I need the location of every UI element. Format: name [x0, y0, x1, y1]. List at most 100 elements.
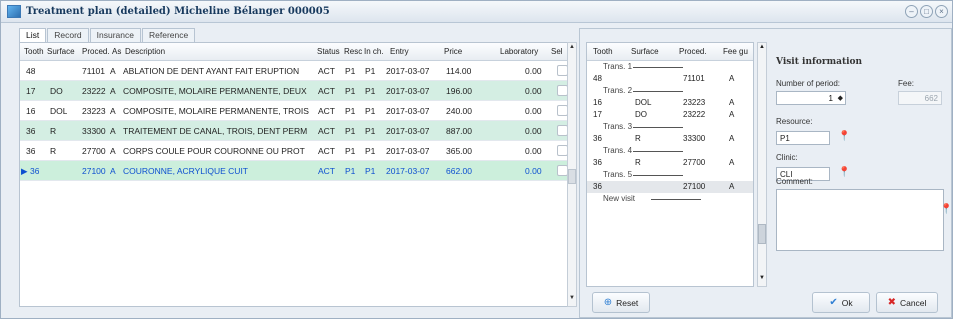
- period-stepper[interactable]: 1 ◆: [776, 91, 846, 105]
- maximize-icon[interactable]: □: [920, 5, 933, 18]
- fee-field: 662: [898, 91, 942, 105]
- cell-price: 887.00: [446, 126, 472, 136]
- cell-resc: P1: [345, 126, 356, 136]
- cell-tooth: 48: [26, 66, 36, 76]
- cancel-button[interactable]: ✖ Cancel: [876, 292, 938, 313]
- grid-header: Tooth Surface Proced. As Description Sta…: [20, 43, 568, 61]
- cell-entry: 2017-03-07: [386, 146, 430, 156]
- tab-list[interactable]: List: [19, 28, 47, 42]
- cell-as: A: [110, 126, 116, 136]
- cell-description: COURONNE, ACRYLIQUE CUIT: [123, 166, 249, 176]
- cell-price: 196.00: [446, 86, 472, 96]
- transaction-group-label: Trans. 2: [603, 86, 633, 95]
- scroll-thumb[interactable]: [568, 169, 576, 184]
- col-description[interactable]: Description: [125, 47, 165, 56]
- cell-description: TRAITEMENT DE CANAL, TROIS, DENT PERM: [123, 126, 308, 136]
- col-tooth[interactable]: Tooth: [593, 47, 613, 56]
- cell-resc: P1: [345, 146, 356, 156]
- tab-reference[interactable]: Reference: [141, 28, 196, 42]
- col-as[interactable]: As: [112, 47, 121, 56]
- scroll-down-icon[interactable]: ▼: [568, 295, 576, 305]
- col-resc[interactable]: Resc: [344, 47, 362, 56]
- check-icon: ✔: [829, 297, 838, 308]
- cell-laboratory: 0.00: [525, 106, 542, 116]
- reset-label: Reset: [616, 297, 639, 308]
- table-row[interactable]: 48 71101 A ABLATION DE DENT AYANT FAIT E…: [20, 61, 568, 81]
- transaction-group: Trans. 3: [587, 121, 753, 133]
- lookup-pin-icon[interactable]: 📍: [940, 204, 952, 215]
- cell-resc: P1: [345, 166, 356, 176]
- transaction-group-label: Trans. 4: [603, 146, 633, 155]
- col-tooth[interactable]: Tooth: [24, 47, 44, 56]
- period-label: Number of period:: [776, 79, 841, 88]
- cell-inch: P1: [365, 106, 376, 116]
- list-item[interactable]: 16 DOL 23223 A: [587, 97, 753, 109]
- tab-insurance[interactable]: Insurance: [89, 28, 141, 42]
- cell-surface: DO: [635, 110, 647, 119]
- title-bar: Treatment plan (detailed) Micheline Béla…: [1, 1, 952, 23]
- tab-record[interactable]: Record: [47, 28, 89, 42]
- fee-value: 662: [924, 94, 938, 103]
- cell-price: 114.00: [446, 66, 472, 76]
- close-icon[interactable]: ×: [935, 5, 948, 18]
- col-status[interactable]: Status: [317, 47, 340, 56]
- table-row[interactable]: 36 R 27700 A CORPS COULE POUR COURONNE O…: [20, 141, 568, 161]
- list-item[interactable]: 48 71101 A: [587, 73, 753, 85]
- cell-status: ACT: [318, 66, 335, 76]
- cell-entry: 2017-03-07: [386, 66, 430, 76]
- stepper-icon[interactable]: ◆: [838, 94, 843, 102]
- table-row[interactable]: 36 R 33300 A TRAITEMENT DE CANAL, TROIS,…: [20, 121, 568, 141]
- cell-proced: 23222: [82, 86, 106, 96]
- cell-as: A: [729, 110, 735, 119]
- cell-proced: 27700: [82, 146, 106, 156]
- cell-tooth: 48: [593, 74, 602, 83]
- cell-proced: 23223: [683, 98, 706, 107]
- transaction-group-label: Trans. 5: [603, 170, 633, 179]
- list-item-selected[interactable]: 36 27100 A: [587, 181, 753, 193]
- grid-scrollbar[interactable]: ▲ ▼: [567, 42, 577, 307]
- col-sel[interactable]: Sel: [551, 47, 563, 56]
- list-item[interactable]: 36 R 27700 A: [587, 157, 753, 169]
- scroll-up-icon[interactable]: ▲: [568, 44, 576, 54]
- resource-value: P1: [780, 134, 790, 143]
- col-fee-guide[interactable]: Fee gu: [723, 47, 748, 56]
- transaction-group-label: Trans. 1: [603, 62, 633, 71]
- reset-button[interactable]: ⊕ Reset: [592, 292, 650, 313]
- window-controls: – □ ×: [905, 5, 948, 18]
- cell-entry: 2017-03-07: [386, 106, 430, 116]
- cell-price: 365.00: [446, 146, 472, 156]
- scroll-up-icon[interactable]: ▲: [758, 44, 766, 54]
- col-price[interactable]: Price: [444, 47, 462, 56]
- transaction-scrollbar[interactable]: ▲ ▼: [757, 42, 767, 287]
- col-proced[interactable]: Proced.: [82, 47, 110, 56]
- scroll-down-icon[interactable]: ▼: [758, 275, 766, 285]
- scroll-thumb[interactable]: [758, 224, 766, 244]
- minimize-icon[interactable]: –: [905, 5, 918, 18]
- cell-resc: P1: [345, 106, 356, 116]
- cell-status: ACT: [318, 106, 335, 116]
- cell-tooth: 36: [30, 166, 40, 176]
- lookup-pin-icon[interactable]: 📍: [838, 167, 850, 178]
- cell-status: ACT: [318, 126, 335, 136]
- table-row[interactable]: 16 DOL 23223 A COMPOSITE, MOLAIRE PERMAN…: [20, 101, 568, 121]
- list-item[interactable]: 36 R 33300 A: [587, 133, 753, 145]
- table-row[interactable]: 17 DO 23222 A COMPOSITE, MOLAIRE PERMANE…: [20, 81, 568, 101]
- comment-textarea[interactable]: [776, 189, 944, 251]
- col-proced[interactable]: Proced.: [679, 47, 707, 56]
- visit-heading: Visit information: [776, 57, 863, 67]
- cell-description: ABLATION DE DENT AYANT FAIT ERUPTION: [123, 66, 300, 76]
- transaction-header: Tooth Surface Proced. Fee gu: [587, 43, 753, 61]
- col-surface[interactable]: Surface: [47, 47, 75, 56]
- list-item[interactable]: 17 DO 23222 A: [587, 109, 753, 121]
- col-surface[interactable]: Surface: [631, 47, 659, 56]
- new-visit-row[interactable]: New visit: [587, 193, 753, 205]
- separator-line: [633, 175, 683, 176]
- ok-button[interactable]: ✔ Ok: [812, 292, 870, 313]
- col-laboratory[interactable]: Laboratory: [500, 47, 538, 56]
- cell-inch: P1: [365, 126, 376, 136]
- table-row-selected[interactable]: ▶ 36 27100 A COURONNE, ACRYLIQUE CUIT AC…: [20, 161, 568, 181]
- resource-field[interactable]: P1: [776, 131, 830, 145]
- col-inch[interactable]: In ch.: [364, 47, 384, 56]
- col-entry[interactable]: Entry: [390, 47, 409, 56]
- lookup-pin-icon[interactable]: 📍: [838, 131, 850, 142]
